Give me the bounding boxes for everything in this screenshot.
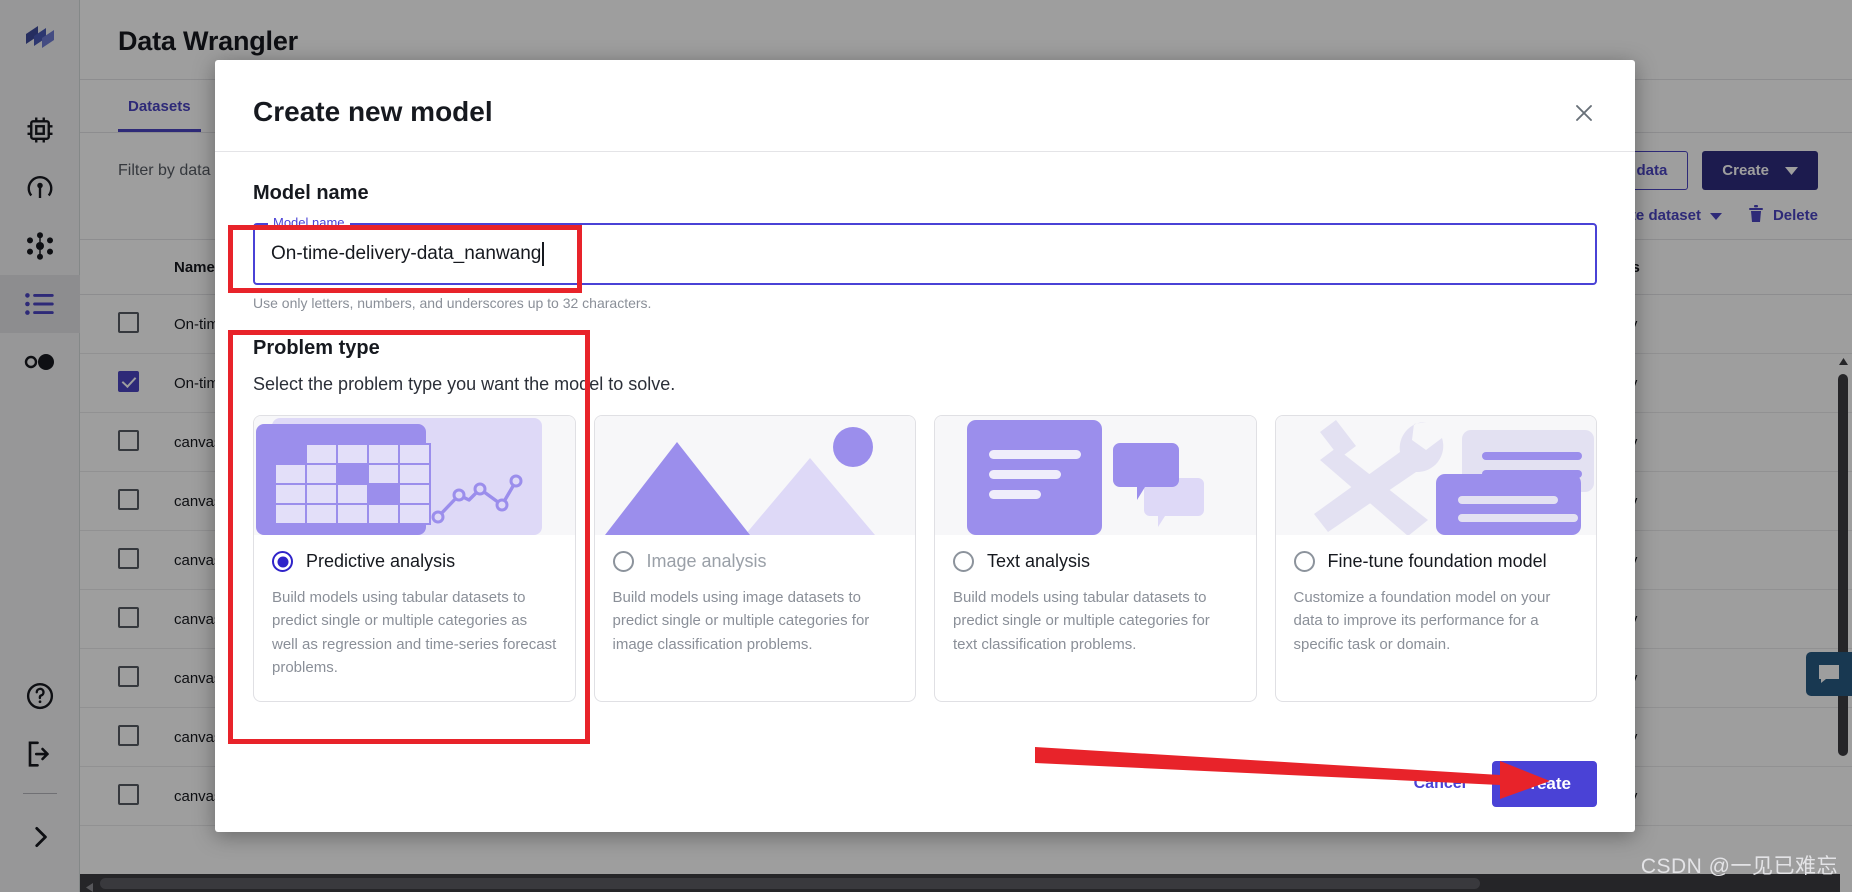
radio-predictive-analysis[interactable] <box>272 551 293 572</box>
row-checkbox[interactable] <box>118 370 174 396</box>
option-fine-tune-foundation-model[interactable]: Fine-tune foundation model <box>1293 551 1579 572</box>
delete-button[interactable]: Delete <box>1748 204 1818 227</box>
option-label: Image analysis <box>646 551 767 571</box>
trash-icon <box>1748 204 1764 227</box>
watermark: CSDN @一见已难忘 <box>1640 855 1838 878</box>
mountains-and-sun-art <box>594 416 915 535</box>
model-name-legend: Model name <box>268 215 350 230</box>
option-text-analysis[interactable]: Text analysis <box>953 551 1238 572</box>
option-label: Text analysis <box>987 551 1091 571</box>
create-menu-button[interactable]: Create <box>1702 151 1818 190</box>
horizontal-scrollbar[interactable] <box>80 874 1840 892</box>
option-image-analysis[interactable]: Image analysis <box>612 551 898 572</box>
radio-image-analysis[interactable] <box>612 551 634 572</box>
create-menu-label: Create <box>1722 162 1769 179</box>
scroll-left-arrow[interactable] <box>86 879 93 892</box>
card-image-analysis[interactable]: Image analysis Build models using image … <box>593 415 916 702</box>
dialog-title: Create new model <box>253 96 493 127</box>
sidebar-item-datasets[interactable] <box>0 275 80 333</box>
problem-type-subtitle: Select the problem type you want the mod… <box>253 374 676 394</box>
option-predictive-analysis[interactable]: Predictive analysis <box>272 551 557 572</box>
rocket-gauge-icon[interactable] <box>0 159 80 217</box>
row-checkbox[interactable] <box>118 429 174 455</box>
tab-datasets[interactable]: Datasets <box>118 98 201 132</box>
chip-icon[interactable] <box>0 101 80 159</box>
vertical-scrollbar[interactable] <box>1836 352 1850 852</box>
option-description: Build models using tabular datasets to p… <box>953 589 1210 653</box>
card-footer: Image analysis Build models using image … <box>595 535 916 678</box>
close-icon[interactable] <box>1569 98 1599 128</box>
radio-fine-tune-foundation-model[interactable] <box>1293 551 1315 572</box>
model-name-heading: Model name <box>253 182 369 204</box>
model-name-value: On-time-delivery-data_nanwang <box>271 243 542 264</box>
chat-icon[interactable] <box>1806 652 1852 696</box>
row-checkbox[interactable] <box>118 665 174 691</box>
cancel-button[interactable]: Cancel <box>1414 775 1466 793</box>
table-and-linechart-art <box>254 416 575 535</box>
option-description: Customize a foundation model on your dat… <box>1293 589 1551 653</box>
scroll-up-arrow[interactable] <box>1839 352 1848 370</box>
row-checkbox[interactable] <box>118 783 174 809</box>
dialog-body: Model name Model name On-time-delivery-d… <box>215 152 1635 736</box>
card-predictive-analysis[interactable]: Predictive analysis Build models using t… <box>253 415 576 702</box>
row-checkbox[interactable] <box>118 311 174 337</box>
tools-and-cards-art <box>1275 416 1596 535</box>
rail-divider <box>22 793 57 794</box>
chevron-right-icon[interactable] <box>0 808 80 866</box>
create-new-model-dialog: Create new model Model name Model name O… <box>215 60 1635 832</box>
circles-icon[interactable] <box>0 333 80 391</box>
card-footer: Predictive analysis Build models using t… <box>254 535 575 701</box>
option-label: Predictive analysis <box>306 551 456 571</box>
problem-type-heading: Problem type <box>253 337 380 359</box>
logout-icon[interactable] <box>0 725 80 783</box>
create-button[interactable]: Create <box>1492 761 1597 807</box>
chevron-down-icon <box>1785 162 1798 179</box>
model-name-input[interactable]: Model name On-time-delivery-data_nanwang <box>253 215 1597 285</box>
model-name-field-wrap: Model name On-time-delivery-data_nanwang <box>253 215 1597 285</box>
horizontal-scroll-thumb[interactable] <box>100 878 1480 889</box>
row-checkbox[interactable] <box>118 488 174 514</box>
option-description: Build models using tabular datasets to p… <box>272 589 557 676</box>
card-fine-tune-foundation-model[interactable]: Fine-tune foundation model Customize a f… <box>1274 415 1597 702</box>
vertical-scroll-thumb[interactable] <box>1838 374 1848 756</box>
filter-label: Filter by data <box>118 161 211 179</box>
text-caret <box>542 242 544 266</box>
card-text-analysis[interactable]: Text analysis Build models using tabular… <box>934 415 1257 702</box>
document-and-speech-bubbles-art <box>935 416 1256 535</box>
option-label: Fine-tune foundation model <box>1327 551 1547 571</box>
radio-text-analysis[interactable] <box>953 551 974 572</box>
model-name-hint: Use only letters, numbers, and underscor… <box>253 295 652 311</box>
app-logo <box>22 24 58 61</box>
card-footer: Text analysis Build models using tabular… <box>935 535 1256 678</box>
card-footer: Fine-tune foundation model Customize a f… <box>1276 535 1597 678</box>
row-checkbox[interactable] <box>118 606 174 632</box>
option-description: Build models using image datasets to pre… <box>612 589 870 653</box>
left-nav-rail <box>0 0 80 892</box>
help-icon[interactable] <box>0 667 80 725</box>
problem-type-cards: Predictive analysis Build models using t… <box>253 415 1597 702</box>
hub-icon[interactable] <box>0 217 80 275</box>
delete-label: Delete <box>1772 207 1818 224</box>
dialog-footer: Cancel Create <box>215 736 1635 832</box>
row-checkbox[interactable] <box>118 724 174 750</box>
row-checkbox[interactable] <box>118 547 174 573</box>
dialog-header: Create new model <box>215 60 1635 152</box>
chevron-down-icon <box>1709 207 1722 224</box>
problem-type-section: Problem type Select the problem type you… <box>253 337 1597 702</box>
